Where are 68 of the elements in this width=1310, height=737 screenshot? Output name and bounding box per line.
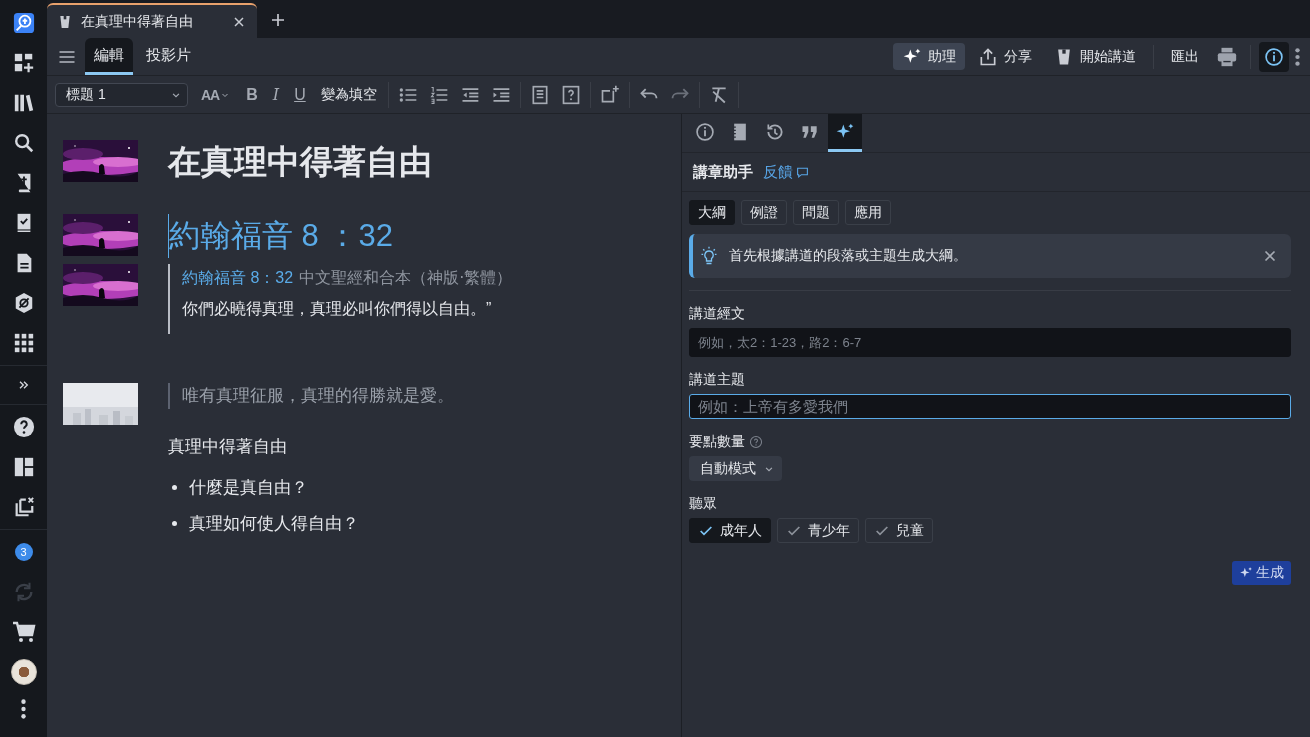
chat-icon — [796, 165, 809, 179]
mode-tab[interactable]: 投影片 — [137, 38, 200, 75]
scripture-text: 你們必曉得真理，真理必叫你們得以自由。” — [182, 299, 493, 319]
assistant-tab-button[interactable]: 例證 — [741, 200, 787, 225]
audience-toggle[interactable]: 成年人 — [689, 518, 771, 543]
apps-icon[interactable] — [12, 332, 35, 354]
assistant-tab-button[interactable]: 問題 — [793, 200, 839, 225]
text-style-dropdown[interactable]: 標題 1 — [55, 82, 188, 107]
input-field[interactable]: 例如，太2：1-23，路2：6-7 — [689, 328, 1291, 357]
more-icon — [1295, 47, 1300, 66]
list-item: 真理如何使人得自由？ — [189, 512, 359, 535]
document-tab[interactable]: 在真理中得著自由 — [47, 3, 257, 38]
underline-button[interactable]: U — [288, 83, 312, 106]
tip-text: 首先根據講道的段落或主題生成大綱。 — [729, 247, 967, 265]
more-icon[interactable] — [21, 699, 26, 719]
audience-toggle[interactable]: 兒童 — [865, 518, 933, 543]
avatar[interactable] — [10, 659, 37, 685]
list-item: 什麼是真自由？ — [189, 476, 308, 499]
share-icon — [978, 46, 998, 67]
add-box-icon — [599, 84, 620, 105]
search-icon[interactable] — [12, 132, 35, 154]
assistant-button[interactable]: 助理 — [893, 43, 965, 70]
assistant-tab-button[interactable]: 大綱 — [689, 200, 735, 225]
field-label: 講道經文 — [689, 305, 746, 323]
cart-icon[interactable] — [11, 620, 36, 644]
bullet-icon — [172, 484, 177, 490]
audience-toggle[interactable]: 青少年 — [777, 518, 859, 543]
document-title: 在真理中得著自由 — [168, 142, 433, 182]
field-label: 講道主題 — [689, 371, 746, 389]
italic-button[interactable]: I — [266, 83, 286, 106]
question-icon — [560, 84, 581, 105]
document-type-icon — [57, 13, 73, 30]
field-label: 聽眾 — [689, 495, 718, 513]
add-tab-icon[interactable] — [269, 11, 287, 29]
export-button[interactable]: 匯出 — [1162, 43, 1208, 70]
points-dropdown[interactable]: 自動模式 — [689, 456, 782, 481]
bullet-icon — [172, 520, 177, 526]
bold-button[interactable]: B — [240, 83, 264, 106]
start-preaching-button[interactable]: 開始講道 — [1045, 43, 1145, 70]
tab-title: 在真理中得著自由 — [81, 12, 194, 31]
layout-icon[interactable] — [12, 456, 35, 478]
font-size-button[interactable]: AA — [195, 84, 238, 105]
app-logo-icon[interactable] — [12, 12, 35, 34]
field-label: 要點數量 — [689, 433, 745, 451]
assistant-tab-button[interactable]: 應用 — [845, 200, 891, 225]
assistant-tab[interactable] — [828, 114, 862, 152]
printer-icon — [1216, 45, 1238, 68]
help-icon[interactable] — [12, 416, 35, 438]
bible-version: 中文聖經和合本（神版‧繁體） — [299, 269, 513, 286]
panel-title: 講章助手 — [693, 162, 753, 182]
input-field[interactable]: 例如：上帝有多愛我們 — [689, 394, 1291, 419]
scripture-heading: 約翰福音 8 ：32 — [168, 214, 681, 258]
info-icon — [695, 121, 715, 142]
section-heading: 真理中得著自由 — [168, 436, 288, 458]
library-icon[interactable] — [12, 92, 35, 114]
info-button[interactable] — [1259, 41, 1289, 72]
feedback-link[interactable]: 反饋 — [763, 162, 809, 182]
cloze-button[interactable]: 變為填空 — [314, 83, 383, 106]
mode-tab[interactable]: 編輯 — [85, 38, 133, 75]
quote-text: 唯有真理征服，真理的得勝就是愛。 — [168, 383, 681, 409]
share-button[interactable]: 分享 — [969, 43, 1041, 70]
scripture-reference[interactable]: 約翰福音 8：32 — [182, 269, 294, 286]
info-icon — [1264, 46, 1284, 67]
lightbulb-icon — [699, 246, 719, 266]
numbered-list-icon — [428, 84, 449, 105]
history-icon — [765, 121, 785, 142]
dashboard-icon[interactable] — [12, 52, 35, 74]
generate-button[interactable]: 生成 — [1232, 561, 1291, 585]
